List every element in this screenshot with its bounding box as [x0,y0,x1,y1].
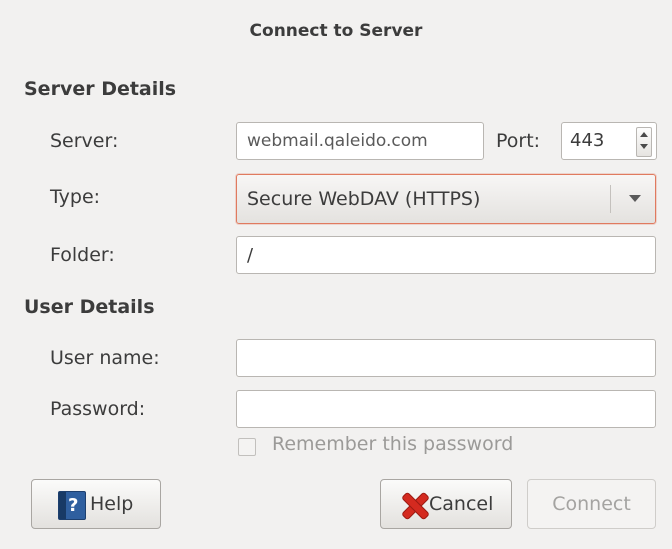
remember-password-checkbox[interactable] [238,438,256,456]
type-selected-value: Secure WebDAV (HTTPS) [247,188,481,210]
cancel-x-icon [399,490,429,520]
help-question-glyph: ? [68,495,79,516]
server-label: Server: [50,130,119,152]
cancel-button-label: Cancel [429,493,494,515]
help-button[interactable]: ? Help [31,479,161,529]
folder-input[interactable] [236,236,656,274]
dialog-title: Connect to Server [249,21,423,41]
port-spinbutton[interactable]: 443 [561,122,657,160]
type-combobox[interactable]: Secure WebDAV (HTTPS) [236,174,656,224]
user-details-heading: User Details [24,296,155,318]
spin-down-icon[interactable] [640,144,648,149]
help-book-spine [59,492,66,519]
port-value: 443 [570,130,605,151]
password-input[interactable] [236,390,656,428]
help-button-label: Help [90,493,134,515]
port-label: Port: [496,130,541,152]
password-label: Password: [50,398,146,420]
chevron-down-icon[interactable] [629,195,641,202]
connect-button-label: Connect [552,493,631,515]
username-input[interactable] [236,339,656,377]
username-label: User name: [50,347,160,369]
folder-label: Folder: [50,244,115,266]
cancel-button[interactable]: Cancel [380,479,512,529]
spin-up-icon[interactable] [640,132,648,137]
help-book-icon: ? [58,491,86,520]
combo-separator [610,185,611,213]
connect-button[interactable]: Connect [527,479,656,529]
remember-password-label: Remember this password [272,433,514,455]
spin-arrows-icon[interactable] [636,127,652,157]
type-label: Type: [50,186,101,208]
server-details-heading: Server Details [24,78,177,100]
server-input[interactable] [236,122,484,160]
